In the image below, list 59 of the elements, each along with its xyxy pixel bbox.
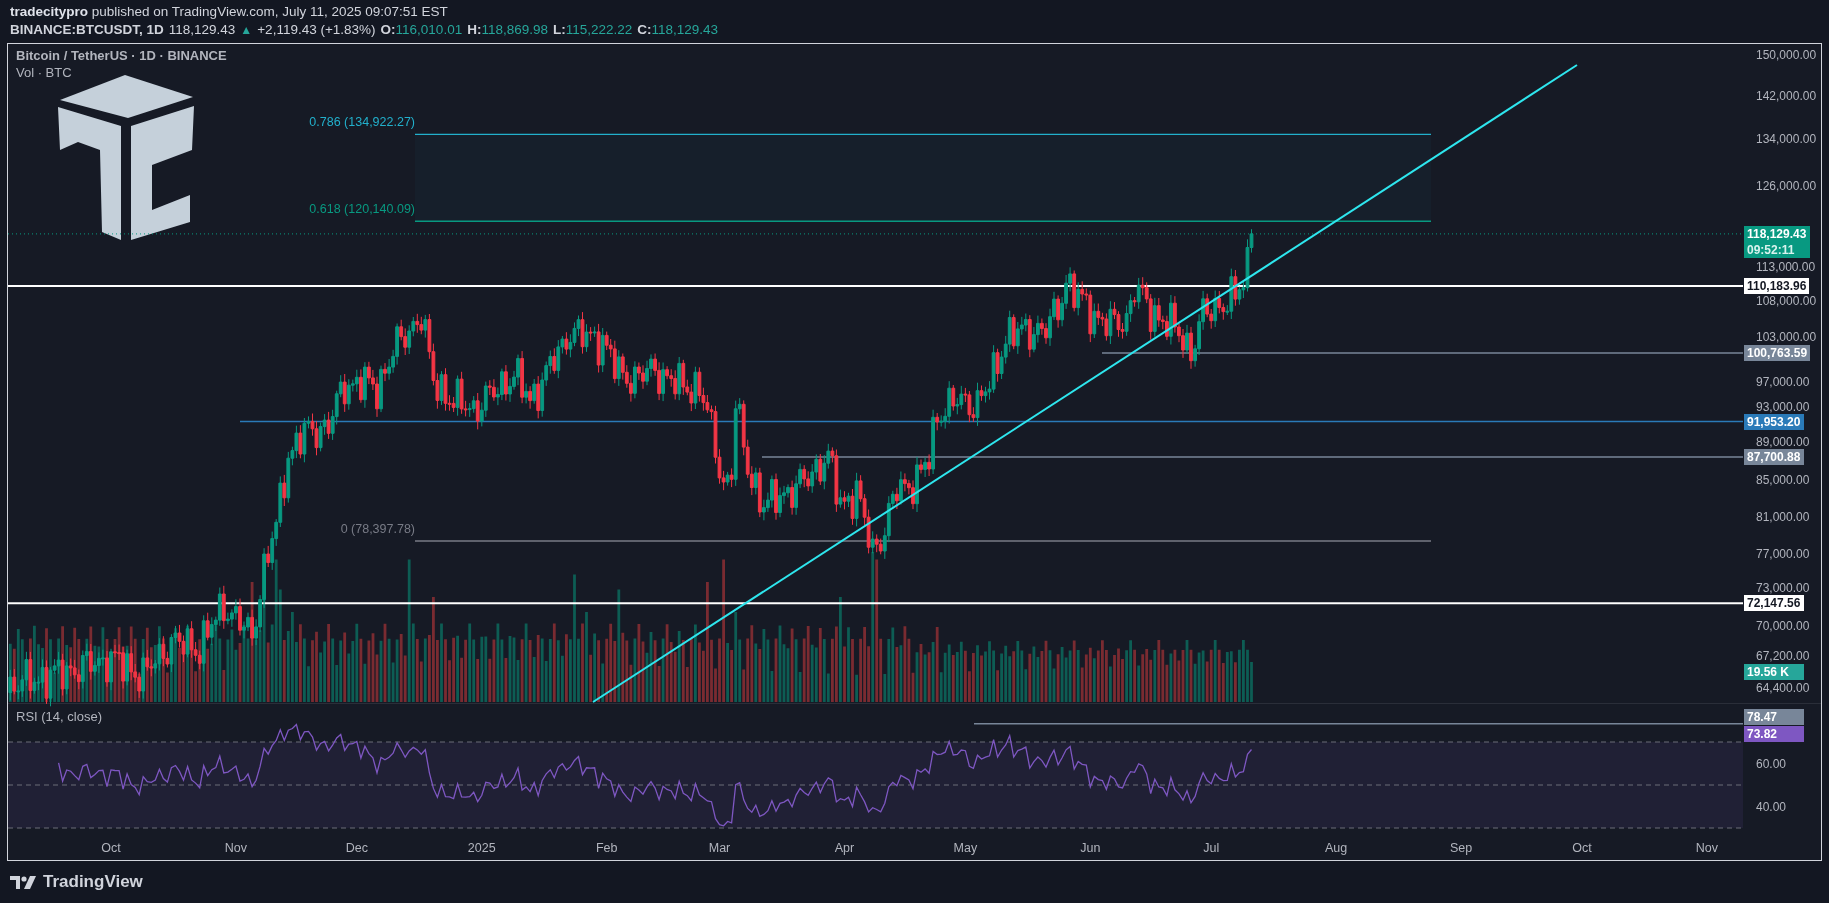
price-axis-label: 73,000.00 <box>1756 581 1810 596</box>
rsi-legend: RSI (14, close) <box>16 709 102 724</box>
time-axis-label: Nov <box>1695 841 1718 855</box>
price-tag: 100,763.59 <box>1744 345 1811 361</box>
fib-level-label: 0.786 (134,922.27) <box>309 115 415 130</box>
change-arrow: ▲ <box>240 22 253 39</box>
time-axis-label: Nov <box>224 841 248 855</box>
chart-title: Bitcoin / TetherUS · 1D · BINANCE <box>16 48 227 63</box>
price-change: +2,119.43 (+1.83%) <box>257 21 376 39</box>
time-axis-label: Sep <box>1449 841 1473 855</box>
price-axis-label: 142,000.00 <box>1756 89 1817 104</box>
price-axis-label: 60.00 <box>1756 756 1787 771</box>
symbol-label: BINANCE:BTCUSDT, 1D <box>10 21 164 39</box>
price-tag: 72,147.56 <box>1744 595 1804 612</box>
time-axis-label: Jun <box>1080 841 1101 855</box>
time-axis-label: Aug <box>1325 841 1348 855</box>
price-axis-label: 40.00 <box>1756 799 1787 814</box>
price-axis-label: 150,000.00 <box>1756 48 1817 62</box>
price-tag: 91,953.20 <box>1744 413 1804 430</box>
volume-legend: Vol · BTC <box>16 65 72 80</box>
price-axis-label: 89,000.00 <box>1756 435 1810 449</box>
price-axis-label: 85,000.00 <box>1756 473 1810 488</box>
price-axis-label: 93,000.00 <box>1756 399 1810 414</box>
ohlc-value: L:115,222.22 <box>553 21 633 39</box>
price-axis-label: 97,000.00 <box>1756 374 1810 389</box>
price-tag: 73.82 <box>1744 725 1804 742</box>
price-tag: 87,700.88 <box>1744 449 1804 465</box>
price-axis-label: 67,200.00 <box>1756 649 1810 664</box>
price-axis-label: 77,000.00 <box>1756 547 1810 562</box>
price-axis-label: 113,000.00 <box>1756 260 1816 275</box>
price-axis-label: 103,000.00 <box>1756 329 1817 344</box>
fib-level-label: 0 (78,397.78) <box>340 521 415 536</box>
time-axis-label: Dec <box>345 841 368 855</box>
volume-tag: 19.56 K <box>1744 664 1804 680</box>
price-tag: 78.47 <box>1744 708 1804 725</box>
ohlc-value: H:118,869.98 <box>467 21 548 39</box>
time-axis-label: Apr <box>834 841 855 855</box>
last-price: 118,129.43 <box>168 21 236 39</box>
time-axis-label: Oct <box>1572 841 1592 855</box>
fib-level-label: 0.618 (120,140.09) <box>309 202 415 217</box>
price-axis-label: 134,000.00 <box>1756 132 1817 147</box>
time-axis-label: 2025 <box>467 841 496 855</box>
ohlc-value: C:118,129.43 <box>637 21 719 39</box>
price-axis-label: 108,000.00 <box>1756 294 1817 309</box>
time-axis-label: Oct <box>101 841 121 855</box>
time-axis-label: Jul <box>1203 841 1220 855</box>
price-tag: 118,129.43 09:52:11 <box>1744 225 1810 258</box>
price-axis-label: 70,000.00 <box>1756 618 1810 633</box>
price-tag: 110,183.96 <box>1744 278 1810 295</box>
brand-name: TradingView <box>43 872 143 892</box>
price-axis-label: 126,000.00 <box>1756 178 1817 193</box>
time-axis-label: Feb <box>595 841 618 855</box>
time-axis-label: May <box>953 841 978 855</box>
time-axis-label: Mar <box>708 841 731 855</box>
price-axis-label: 64,400.00 <box>1756 681 1810 696</box>
logo-icon <box>10 874 37 890</box>
price-axis-label: 81,000.00 <box>1756 509 1810 524</box>
publish-info: tradecitypro published on TradingView.com, July 11, 2025 09:07:51 EST <box>10 3 448 21</box>
ohlc-value: O:116,010.01 <box>380 21 463 39</box>
